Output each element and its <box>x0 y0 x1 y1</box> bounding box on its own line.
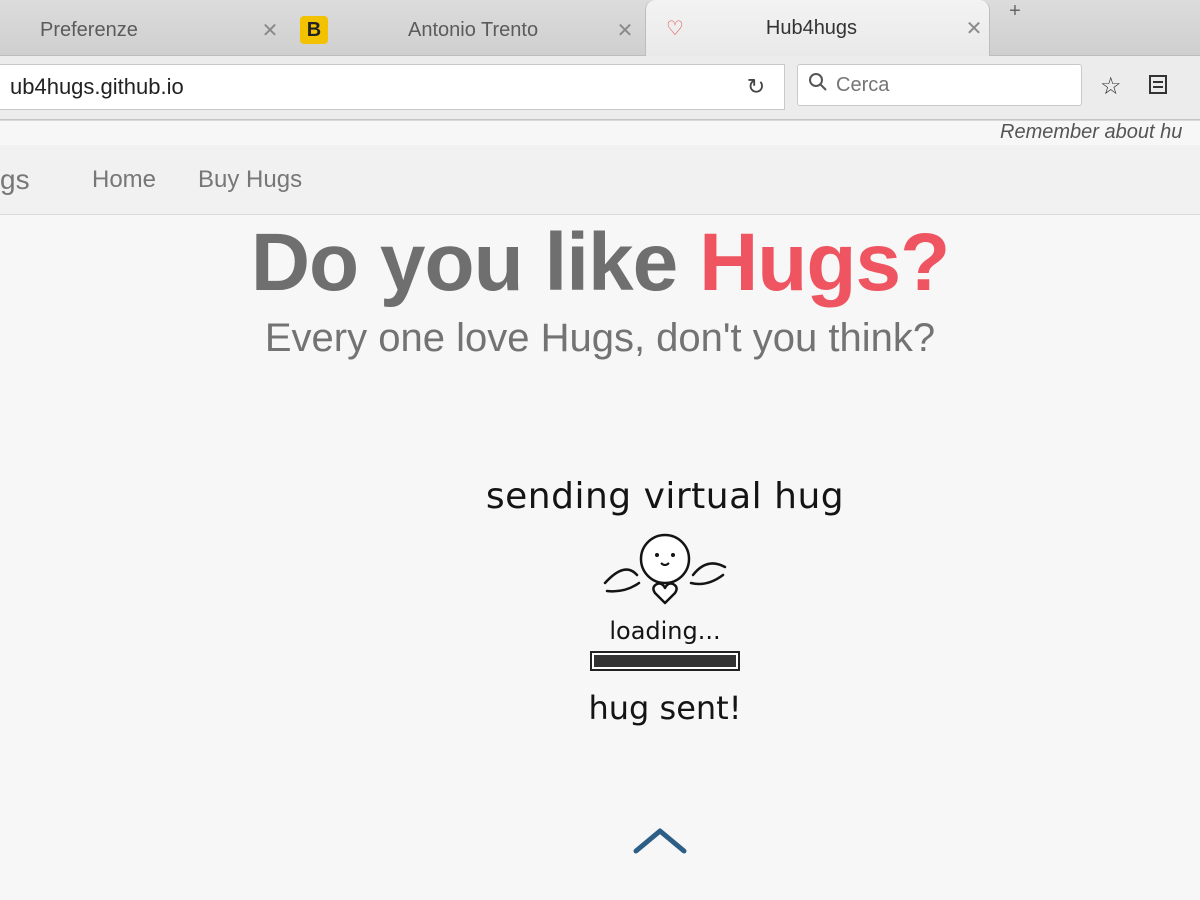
hug-progress-bar <box>590 651 740 671</box>
star-icon[interactable]: ☆ <box>1100 72 1122 101</box>
search-box[interactable] <box>797 64 1082 106</box>
new-tab-button[interactable]: + <box>995 0 1035 22</box>
close-icon[interactable]: ✕ <box>959 16 989 41</box>
reminder-text: Remember about hu <box>1000 121 1183 143</box>
hero-title-main: Do you like <box>250 217 700 308</box>
address-bar[interactable]: ub4hugs.github.io ↻ <box>0 64 785 110</box>
reader-icon[interactable] <box>1146 72 1170 103</box>
hug-sending-text: sending virtual hug <box>485 476 845 517</box>
heart-icon: ♡ <box>666 17 684 40</box>
scroll-to-top-button[interactable] <box>630 821 690 861</box>
search-input[interactable] <box>836 73 1056 97</box>
hero-subtitle: Every one love Hugs, don't you think? <box>264 316 936 360</box>
site-brand[interactable]: gs <box>0 164 70 196</box>
hug-loading-text: loading... <box>609 617 721 645</box>
hug-animation: sending virtual hug loading... hug sent! <box>455 476 875 796</box>
tab-title: Hub4hugs <box>765 16 858 39</box>
hero-section: Do you like Hugs? Every one love Hugs, d… <box>0 216 1200 361</box>
reload-icon[interactable]: ↻ <box>738 74 774 100</box>
tab-title: Antonio Trento <box>408 18 539 41</box>
url-text: ub4hugs.github.io <box>10 74 184 99</box>
tab-preferenze[interactable]: Preferenze ✕ <box>0 4 285 56</box>
search-icon <box>808 72 828 98</box>
tab-hub4hugs[interactable]: ♡ Hub4hugs ✕ <box>645 0 990 56</box>
tab-strip: Preferenze ✕ B Antonio Trento ✕ ♡ Hub4hu… <box>0 0 1200 56</box>
hero-title-accent: Hugs? <box>699 217 950 308</box>
hero-title: Do you like Hugs? <box>0 216 1200 310</box>
hug-sent-text: hug sent! <box>588 689 742 727</box>
close-icon[interactable]: ✕ <box>610 18 640 43</box>
bear-favicon-icon: B <box>300 16 328 44</box>
browser-toolbar: ub4hugs.github.io ↻ ☆ <box>0 56 1200 120</box>
chevron-up-icon <box>633 828 687 854</box>
tab-title: Preferenze <box>40 18 138 41</box>
tab-antonio-trento[interactable]: B Antonio Trento ✕ <box>290 4 640 56</box>
nav-link-home[interactable]: Home <box>92 166 156 194</box>
page-content: Remember about hu gs Home Buy Hugs Do yo… <box>0 121 1200 900</box>
site-navbar: gs Home Buy Hugs <box>0 145 1200 215</box>
hug-progress-fill <box>594 655 736 667</box>
nav-link-buy-hugs[interactable]: Buy Hugs <box>198 166 302 194</box>
hug-character-icon <box>595 531 735 611</box>
close-icon[interactable]: ✕ <box>255 18 285 43</box>
